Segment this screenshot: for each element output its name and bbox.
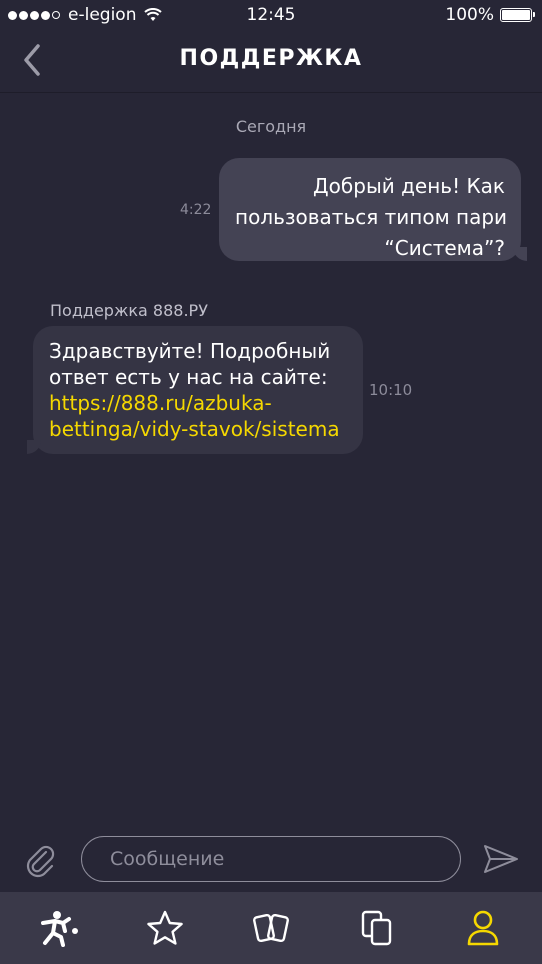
attach-button[interactable] xyxy=(24,844,58,878)
send-button[interactable] xyxy=(482,842,520,876)
message-text-line: пользоваться типом пари xyxy=(235,205,508,229)
cards-icon xyxy=(253,913,289,943)
tab-bets[interactable] xyxy=(217,892,325,964)
send-icon xyxy=(484,845,518,873)
message-text-line: Здравствуйте! Подробный xyxy=(49,339,331,363)
tab-profile[interactable] xyxy=(429,892,537,964)
status-right: 100% xyxy=(445,5,535,25)
battery-percentage: 100% xyxy=(445,5,494,25)
tab-history[interactable] xyxy=(323,892,431,964)
message-composer xyxy=(0,828,542,892)
paperclip-icon xyxy=(26,845,55,878)
support-link[interactable]: https://888.ru/azbuka- bettinga/vidy-sta… xyxy=(49,390,347,442)
link-text-line[interactable]: bettinga/vidy-stavok/sistema xyxy=(49,417,340,441)
football-player-icon xyxy=(41,911,78,947)
tab-sports[interactable] xyxy=(5,892,113,964)
incoming-message-bubble: Здравствуйте! Подробный ответ есть у нас… xyxy=(27,326,363,454)
message-text-line: “Система”? xyxy=(384,236,505,260)
message-sender-name: Поддержка 888.РУ xyxy=(50,301,208,320)
navigation-bar: ПОДДЕРЖКА xyxy=(0,30,542,93)
incoming-message-time: 10:10 xyxy=(369,381,413,399)
outgoing-message-bubble: Добрый день! Как пользоваться типом пари… xyxy=(219,158,527,261)
status-bar: e-legion 12:45 100% xyxy=(0,0,542,30)
link-text-line[interactable]: https://888.ru/azbuka- xyxy=(49,391,272,415)
page-title: ПОДДЕРЖКА xyxy=(179,46,363,71)
star-icon xyxy=(147,910,183,945)
date-separator: Сегодня xyxy=(235,117,307,136)
message-text-line: ответ есть у нас на сайте: xyxy=(49,365,328,389)
profile-icon xyxy=(467,910,499,946)
tab-favorites[interactable] xyxy=(111,892,219,964)
outgoing-message-time: 4:22 xyxy=(180,202,212,218)
tab-bar xyxy=(0,892,542,964)
message-input[interactable] xyxy=(81,836,461,882)
battery-icon xyxy=(500,8,535,22)
copy-documents-icon xyxy=(361,910,392,946)
message-text-line: Добрый день! Как xyxy=(313,174,505,198)
